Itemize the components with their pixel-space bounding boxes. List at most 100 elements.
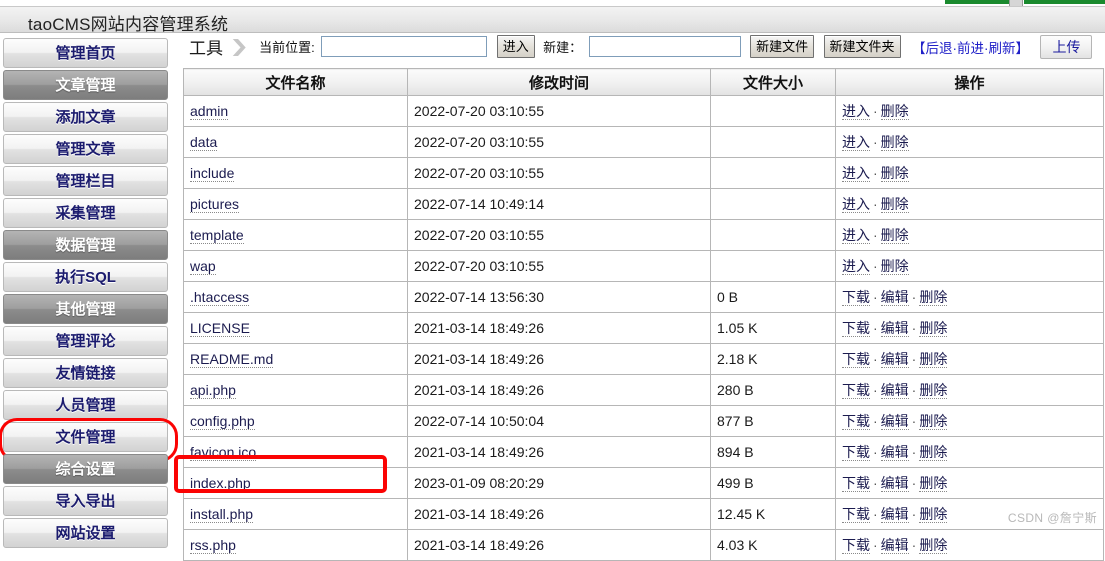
operation-link-0[interactable]: 下载 xyxy=(842,351,870,368)
sidebar-item-8[interactable]: 其他管理 xyxy=(3,294,168,324)
file-name-link[interactable]: install.php xyxy=(190,506,254,523)
operation-link-0[interactable]: 下载 xyxy=(842,413,870,430)
new-name-input[interactable] xyxy=(588,36,741,57)
operation-link-2[interactable]: 删除 xyxy=(919,413,948,430)
nav-links[interactable]: 【后退·前进·刷新】 xyxy=(912,37,1029,57)
cell-file-name: include xyxy=(183,157,408,189)
operation-link-2[interactable]: 删除 xyxy=(919,382,948,399)
main-panel: 工具 ❯ 当前位置: 进入 新建： 新建文件 新建文件夹 【后退·前进·刷新】 … xyxy=(174,34,1105,561)
operation-link-0[interactable]: 进入 xyxy=(842,258,870,275)
operation-link-1[interactable]: 编辑 xyxy=(880,475,909,492)
current-location-input[interactable] xyxy=(321,36,488,57)
file-name-link[interactable]: README.md xyxy=(190,351,274,368)
operation-link-0[interactable]: 进入 xyxy=(842,134,870,151)
operation-link-0[interactable]: 下载 xyxy=(842,475,870,492)
column-header-name[interactable]: 文件名称 xyxy=(183,68,408,96)
table-row: wap 2022-07-20 03:10:55 进入 · 删除 xyxy=(183,250,1104,282)
operation-link-2[interactable]: 删除 xyxy=(919,537,948,554)
file-name-link[interactable]: data xyxy=(190,134,218,151)
operation-link-0[interactable]: 下载 xyxy=(842,320,870,337)
file-name-link[interactable]: admin xyxy=(190,103,229,120)
sidebar-item-0[interactable]: 管理首页 xyxy=(3,38,168,68)
tools-label: 工具 xyxy=(189,39,223,58)
operation-link-1[interactable]: 编辑 xyxy=(880,351,909,368)
sidebar-item-4[interactable]: 管理栏目 xyxy=(3,166,168,196)
cell-operations: 进入 · 删除 xyxy=(835,188,1104,220)
operation-link-2[interactable]: 删除 xyxy=(919,320,948,337)
browser-tab-right[interactable] xyxy=(1024,0,1105,4)
operation-link-1[interactable]: 删除 xyxy=(880,103,909,120)
sidebar-item-9[interactable]: 管理评论 xyxy=(3,326,168,356)
operation-link-0[interactable]: 进入 xyxy=(842,165,870,182)
cell-modified-time: 2022-07-20 03:10:55 xyxy=(407,95,711,127)
cell-modified-time: 2021-03-14 18:49:26 xyxy=(407,498,711,530)
operation-separator: · xyxy=(873,134,878,150)
file-name-link[interactable]: rss.php xyxy=(190,537,236,554)
sidebar-item-10[interactable]: 友情链接 xyxy=(3,358,168,388)
operation-link-0[interactable]: 下载 xyxy=(842,444,870,461)
operation-link-2[interactable]: 删除 xyxy=(919,351,948,368)
operation-link-0[interactable]: 进入 xyxy=(842,103,870,120)
upload-button[interactable]: 上传 xyxy=(1040,34,1093,59)
sidebar-item-14[interactable]: 导入导出 xyxy=(3,486,168,516)
operation-link-0[interactable]: 进入 xyxy=(842,196,870,213)
cell-operations: 下载 · 编辑 · 删除 xyxy=(835,374,1104,406)
sidebar-item-15[interactable]: 网站设置 xyxy=(3,518,168,548)
new-folder-button[interactable]: 新建文件夹 xyxy=(823,35,901,58)
column-header-time[interactable]: 修改时间 xyxy=(407,68,711,96)
table-row: pictures 2022-07-14 10:49:14 进入 · 删除 xyxy=(183,188,1104,220)
operation-link-0[interactable]: 下载 xyxy=(842,506,870,523)
operation-link-1[interactable]: 编辑 xyxy=(880,506,909,523)
operation-link-1[interactable]: 删除 xyxy=(880,165,909,182)
operation-link-1[interactable]: 编辑 xyxy=(880,413,909,430)
sidebar-item-3[interactable]: 管理文章 xyxy=(3,134,168,164)
cell-operations: 进入 · 删除 xyxy=(835,250,1104,282)
operation-link-1[interactable]: 删除 xyxy=(880,196,909,213)
file-name-link[interactable]: template xyxy=(190,227,244,244)
file-name-link[interactable]: pictures xyxy=(190,196,240,213)
operation-link-2[interactable]: 删除 xyxy=(919,289,948,306)
operation-link-2[interactable]: 删除 xyxy=(919,475,948,492)
enter-button[interactable]: 进入 xyxy=(496,35,535,58)
file-name-link[interactable]: index.php xyxy=(190,475,251,492)
operation-link-1[interactable]: 删除 xyxy=(880,258,909,275)
operation-link-1[interactable]: 删除 xyxy=(880,134,909,151)
browser-tab-left[interactable] xyxy=(945,0,1009,4)
file-name-link[interactable]: favicon.ico xyxy=(190,444,257,461)
operation-link-1[interactable]: 编辑 xyxy=(880,289,909,306)
sidebar-item-12[interactable]: 文件管理 xyxy=(0,418,178,462)
sidebar-item-2[interactable]: 添加文章 xyxy=(3,102,168,132)
sidebar-item-6[interactable]: 数据管理 xyxy=(3,230,168,260)
column-header-size[interactable]: 文件大小 xyxy=(710,68,836,96)
cell-modified-time: 2022-07-20 03:10:55 xyxy=(407,250,711,282)
cell-operations: 下载 · 编辑 · 删除 xyxy=(835,498,1104,530)
operation-link-2[interactable]: 删除 xyxy=(919,506,948,523)
file-name-link[interactable]: .htaccess xyxy=(190,289,250,306)
table-header-row: 文件名称 修改时间 文件大小 操作 xyxy=(183,68,1104,96)
sidebar-item-label: 执行SQL xyxy=(55,269,116,286)
file-name-link[interactable]: include xyxy=(190,165,235,182)
sidebar-item-7[interactable]: 执行SQL xyxy=(3,262,168,292)
sidebar-item-1[interactable]: 文章管理 xyxy=(3,70,168,100)
operation-link-0[interactable]: 下载 xyxy=(842,289,870,306)
sidebar-item-13[interactable]: 综合设置 xyxy=(3,454,168,484)
operation-link-0[interactable]: 进入 xyxy=(842,227,870,244)
operation-link-1[interactable]: 编辑 xyxy=(880,382,909,399)
file-name-link[interactable]: config.php xyxy=(190,413,255,430)
operation-link-0[interactable]: 下载 xyxy=(842,382,870,399)
file-name-link[interactable]: api.php xyxy=(190,382,236,399)
operation-separator: · xyxy=(911,289,917,305)
file-name-link[interactable]: LICENSE xyxy=(190,320,250,337)
operation-link-2[interactable]: 删除 xyxy=(919,444,948,461)
operation-link-1[interactable]: 编辑 xyxy=(880,537,909,554)
operation-link-1[interactable]: 删除 xyxy=(880,227,909,244)
operation-separator: · xyxy=(873,537,878,553)
file-name-link[interactable]: wap xyxy=(190,258,216,275)
operation-link-0[interactable]: 下载 xyxy=(842,537,870,554)
operation-link-1[interactable]: 编辑 xyxy=(880,320,909,337)
sidebar-item-11[interactable]: 人员管理 xyxy=(3,390,168,420)
operation-link-1[interactable]: 编辑 xyxy=(880,444,909,461)
sidebar-item-5[interactable]: 采集管理 xyxy=(3,198,168,228)
operation-separator: · xyxy=(873,382,878,398)
new-file-button[interactable]: 新建文件 xyxy=(750,35,815,58)
